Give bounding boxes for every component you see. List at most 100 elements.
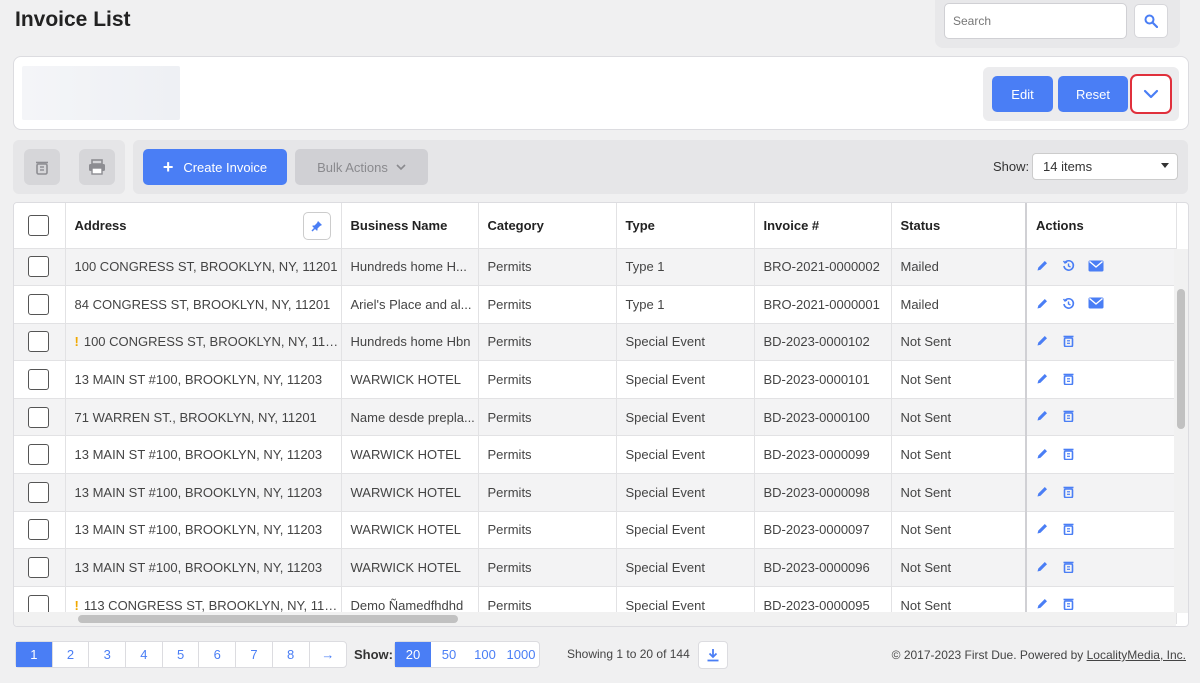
table-row[interactable]: ! 100 CONGRESS ST, BROOKLYN, NY, 11201 Hun… [14,323,1177,362]
pencil-icon [1036,335,1049,350]
bulk-actions-button[interactable]: Bulk Actions [295,149,428,185]
invoice-history-button[interactable] [1062,297,1082,313]
table-row[interactable]: 100 CONGRESS ST, BROOKLYN, NY, 11201 Hund… [14,248,1177,287]
row-checkbox[interactable] [28,331,49,353]
table-row[interactable]: 13 MAIN ST #100, BROOKLYN, NY, 11203 WARW… [14,511,1177,550]
next-page-button[interactable]: → [310,642,347,667]
cell-type: Special Event [616,398,755,437]
page-button-7[interactable]: 7 [236,642,273,667]
edit-invoice-button[interactable] [1036,560,1056,576]
warning-icon: ! [74,597,79,613]
column-header-type[interactable]: Type [616,203,755,249]
pencil-icon [1036,561,1049,576]
row-checkbox[interactable] [28,519,49,541]
pencil-icon [1036,486,1049,501]
row-checkbox[interactable] [28,293,49,315]
page-button-1[interactable]: 1 [16,642,53,667]
address-text: 13 MAIN ST #100, BROOKLYN, NY, 11203 [74,484,323,500]
edit-filters-button[interactable]: Edit [992,76,1053,112]
edit-invoice-button[interactable] [1036,522,1056,538]
row-checkbox[interactable] [28,406,49,428]
search-button[interactable] [1134,4,1168,38]
row-checkbox[interactable] [28,481,49,503]
cell-status: Not Sent [891,360,1027,399]
delete-invoice-button[interactable] [1062,485,1082,501]
select-all-checkbox[interactable] [28,214,49,236]
cell-category: Permits [478,473,617,512]
page-button-5[interactable]: 5 [163,642,200,667]
cell-business-name: WARWICK HOTEL [341,360,479,399]
cell-address: 13 MAIN ST #100, BROOKLYN, NY, 11203 [65,360,342,399]
cell-address: 71 WARREN ST., BROOKLYN, NY, 11201 [65,398,342,437]
invoice-history-button[interactable] [1062,259,1082,275]
vertical-scrollbar-thumb[interactable] [1177,289,1185,429]
cell-type: Type 1 [616,285,755,324]
delete-invoice-button[interactable] [1062,447,1082,463]
page-button-4[interactable]: 4 [126,642,163,667]
row-checkbox[interactable] [28,444,49,466]
email-icon [1088,297,1104,312]
show-items-select[interactable]: 14 items [1032,153,1178,180]
row-checkbox[interactable] [28,557,49,579]
delete-selected-button[interactable] [24,149,60,185]
edit-invoice-button[interactable] [1036,259,1056,275]
trash-icon [1062,561,1075,576]
delete-invoice-button[interactable] [1062,372,1082,388]
cell-invoice-number: BD-2023-0000098 [754,473,892,512]
column-header-address[interactable]: Address [65,203,342,249]
search-input[interactable] [944,3,1127,39]
vertical-scrollbar[interactable] [1174,249,1188,613]
warning-icon: ! [74,334,79,350]
column-header-invoice-number[interactable]: Invoice # [754,203,892,249]
reset-filters-button[interactable]: Reset [1058,76,1128,112]
cell-invoice-number: BD-2023-0000102 [754,323,892,362]
page-button-2[interactable]: 2 [53,642,90,667]
edit-invoice-button[interactable] [1036,297,1056,313]
table-row[interactable]: 13 MAIN ST #100, BROOKLYN, NY, 11203 WARW… [14,360,1177,399]
row-select-cell [14,360,66,399]
page-size-50[interactable]: 50 [431,642,467,667]
email-invoice-button[interactable] [1088,260,1108,275]
row-checkbox[interactable] [28,369,49,391]
edit-invoice-button[interactable] [1036,485,1056,501]
select-all-cell [14,203,66,249]
page-button-3[interactable]: 3 [89,642,127,667]
edit-invoice-button[interactable] [1036,334,1056,350]
create-invoice-button[interactable]: + Create Invoice [143,149,287,185]
delete-invoice-button[interactable] [1062,409,1082,425]
pin-column-button[interactable] [302,212,331,240]
page-size-20[interactable]: 20 [395,642,431,667]
table-row[interactable]: 71 WARREN ST., BROOKLYN, NY, 11201 Name d… [14,398,1177,437]
email-invoice-button[interactable] [1088,297,1108,312]
expand-filters-button[interactable] [1130,74,1172,114]
column-header-business-name[interactable]: Business Name [341,203,479,249]
table-row[interactable]: 84 CONGRESS ST, BROOKLYN, NY, 11201 Ariel… [14,285,1177,324]
edit-invoice-button[interactable] [1036,409,1056,425]
column-header-category[interactable]: Category [478,203,617,249]
download-button[interactable] [698,641,728,669]
cell-address: 13 MAIN ST #100, BROOKLYN, NY, 11203 [65,511,342,550]
cell-category: Permits [478,248,617,287]
print-button[interactable] [79,149,115,185]
delete-invoice-button[interactable] [1062,522,1082,538]
edit-invoice-button[interactable] [1036,372,1056,388]
table-row[interactable]: 13 MAIN ST #100, BROOKLYN, NY, 11203 WARW… [14,548,1177,587]
delete-invoice-button[interactable] [1062,560,1082,576]
horizontal-scrollbar-thumb[interactable] [78,615,458,623]
page-size-1000[interactable]: 1000 [503,642,539,667]
delete-invoice-button[interactable] [1062,334,1082,350]
horizontal-scrollbar[interactable] [14,612,1176,626]
table-row[interactable]: 13 MAIN ST #100, BROOKLYN, NY, 11203 WARW… [14,473,1177,512]
trash-icon [1062,335,1075,350]
trash-icon [1062,373,1075,388]
table-row[interactable]: 13 MAIN ST #100, BROOKLYN, NY, 11203 WARW… [14,435,1177,475]
column-header-status[interactable]: Status [891,203,1027,249]
page-button-6[interactable]: 6 [199,642,237,667]
address-text: 100 CONGRESS ST, BROOKLYN, NY, 11201 [83,334,341,350]
row-checkbox[interactable] [28,256,49,278]
edit-invoice-button[interactable] [1036,447,1056,463]
powered-by-link[interactable]: LocalityMedia, Inc. [1087,648,1186,662]
page-button-8[interactable]: 8 [273,642,310,667]
page-size-100[interactable]: 100 [467,642,503,667]
pencil-icon [1036,410,1049,425]
